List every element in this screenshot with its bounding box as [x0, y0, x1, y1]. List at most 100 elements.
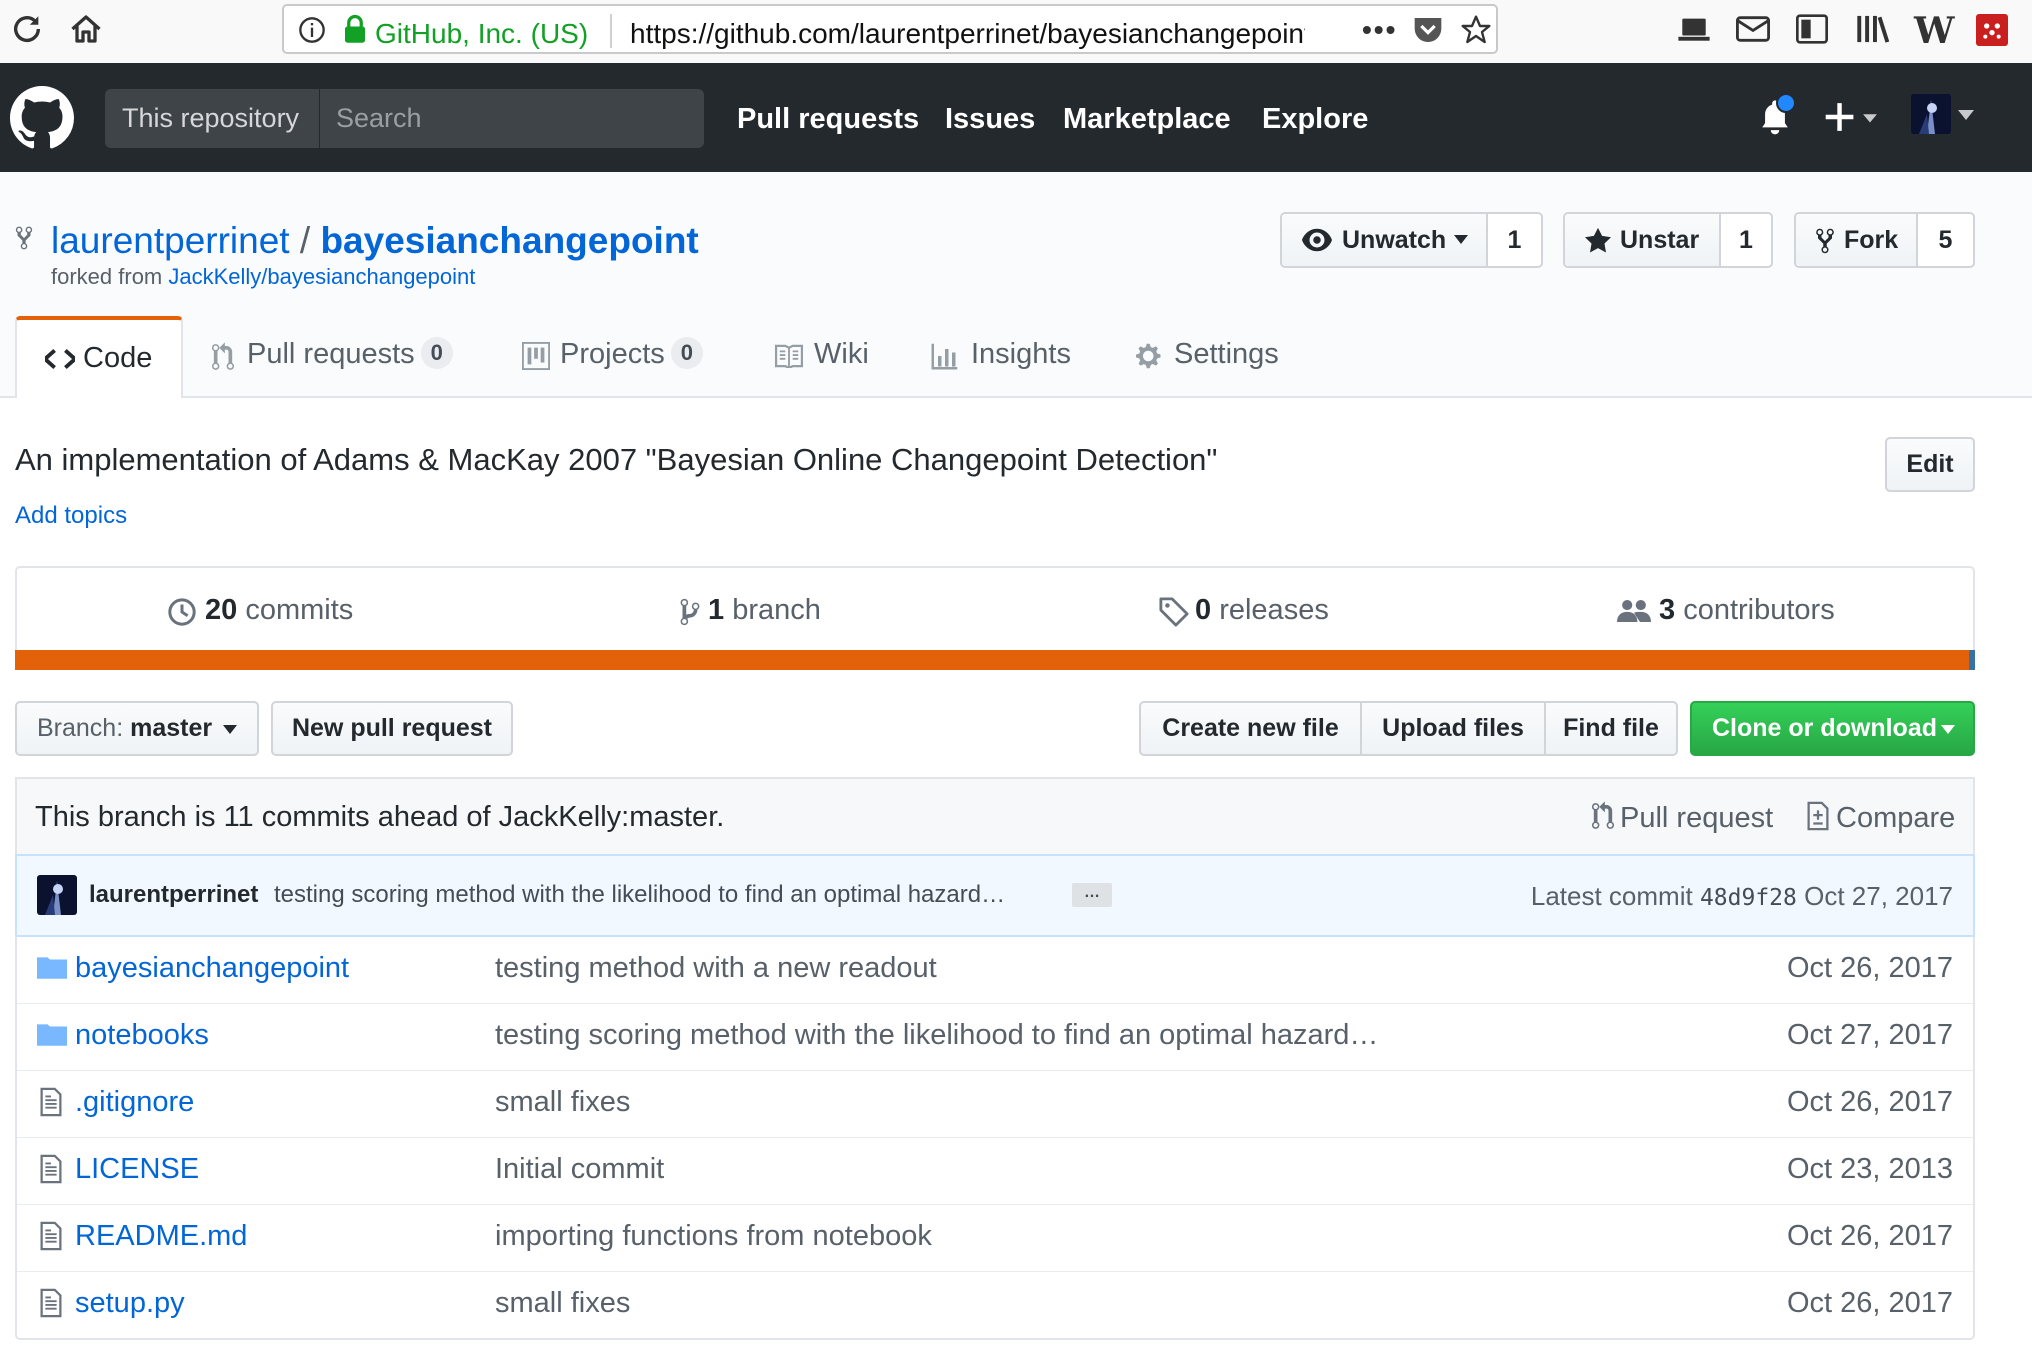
commits-count: 20	[205, 594, 238, 626]
eye-icon	[1302, 228, 1332, 252]
address-bar[interactable]: GitHub, Inc. (US) https://github.com/lau…	[282, 4, 1498, 54]
url-text[interactable]: https://github.com/laurentperrinet/bayes…	[630, 18, 1305, 50]
branch-select-button[interactable]: Branch: master	[15, 701, 259, 756]
commit-author[interactable]: laurentperrinet	[89, 881, 258, 909]
watchers-count[interactable]: 1	[1488, 214, 1541, 266]
new-pull-request-button[interactable]: New pull request	[271, 701, 513, 756]
commit-sha[interactable]: 48d9f28	[1700, 885, 1797, 911]
file-name-link[interactable]: README.md	[75, 1220, 247, 1253]
user-avatar[interactable]	[1911, 94, 1951, 134]
book-icon	[774, 344, 804, 368]
file-commit-message[interactable]: Initial commit	[495, 1153, 664, 1186]
diff-icon	[1807, 801, 1829, 831]
table-row: README.md importing functions from noteb…	[17, 1204, 1973, 1271]
repo-description: An implementation of Adams & MacKay 2007…	[15, 442, 1218, 477]
github-logo-icon[interactable]	[10, 86, 74, 150]
info-icon[interactable]	[298, 16, 326, 44]
caret-down-icon	[1454, 235, 1468, 244]
history-icon	[167, 597, 197, 627]
contributors-count: 3	[1659, 594, 1676, 626]
file-commit-message[interactable]: testing scoring method with the likeliho…	[495, 1019, 1378, 1052]
gear-icon	[1136, 342, 1164, 370]
synced-tabs-icon[interactable]	[1678, 16, 1710, 42]
extension-w-icon[interactable]: W	[1914, 10, 1954, 52]
upload-files-button[interactable]: Upload files	[1362, 703, 1546, 754]
commit-author-avatar[interactable]	[37, 875, 77, 915]
fork-button[interactable]: Fork	[1796, 214, 1918, 266]
caret-down-icon	[223, 725, 237, 734]
file-table: bayesianchangepoint testing method with …	[15, 937, 1975, 1340]
search-box[interactable]	[320, 89, 704, 148]
tag-icon	[1159, 597, 1189, 627]
file-name-link[interactable]: LICENSE	[75, 1153, 199, 1186]
commit-date: Oct 27, 2017	[1804, 881, 1953, 911]
tab-insights[interactable]: Insights	[931, 316, 1071, 396]
file-commit-message[interactable]: importing functions from notebook	[495, 1220, 932, 1253]
user-menu-caret-icon[interactable]	[1958, 110, 1974, 120]
add-topics-link[interactable]: Add topics	[15, 502, 127, 530]
language-bar-secondary[interactable]	[1969, 650, 1975, 670]
file-commit-message[interactable]: testing method with a new readout	[495, 952, 937, 985]
file-commit-message[interactable]: small fixes	[495, 1287, 630, 1320]
nav-marketplace[interactable]: Marketplace	[1063, 103, 1231, 136]
unstar-button[interactable]: Unstar	[1565, 214, 1721, 266]
pocket-icon[interactable]	[1412, 15, 1444, 45]
file-commit-date: Oct 26, 2017	[1786, 1220, 1953, 1252]
contributors-link[interactable]: 3 contributors	[1617, 594, 1835, 627]
file-name-link[interactable]: notebooks	[75, 1019, 209, 1052]
file-commit-date: Oct 26, 2017	[1786, 1086, 1953, 1118]
compare-link[interactable]: Compare	[1806, 801, 1955, 835]
library-icon[interactable]	[1856, 14, 1890, 44]
sidebar-icon[interactable]	[1796, 14, 1828, 44]
tab-label: Code	[83, 342, 153, 374]
pull-request-link[interactable]: Pull request	[1592, 801, 1773, 835]
tab-settings[interactable]: Settings	[1136, 316, 1279, 396]
commits-link[interactable]: 20 commits	[167, 594, 353, 627]
branches-label: branch	[732, 594, 821, 626]
create-new-file-button[interactable]: Create new file	[1141, 703, 1362, 754]
repo-name-link[interactable]: bayesianchangepoint	[320, 220, 698, 261]
branch-prefix: Branch:	[37, 714, 124, 742]
repo-header: laurentperrinet / bayesianchangepoint fo…	[0, 172, 2032, 398]
nav-explore[interactable]: Explore	[1262, 103, 1368, 136]
folder-icon	[37, 1022, 67, 1046]
unwatch-button[interactable]: Unwatch	[1282, 214, 1488, 266]
file-name-link[interactable]: bayesianchangepoint	[75, 952, 349, 985]
stargazers-count[interactable]: 1	[1721, 214, 1771, 266]
language-bar-primary[interactable]	[15, 650, 1975, 670]
forks-count[interactable]: 5	[1918, 214, 1973, 266]
reload-icon[interactable]	[10, 12, 44, 46]
home-icon[interactable]	[68, 11, 104, 47]
file-name-link[interactable]: .gitignore	[75, 1086, 194, 1119]
nav-issues[interactable]: Issues	[945, 103, 1035, 136]
commit-message[interactable]: testing scoring method with the likeliho…	[274, 881, 1005, 909]
create-new-plus-icon[interactable]	[1824, 99, 1880, 135]
tab-wiki[interactable]: Wiki	[774, 316, 869, 396]
file-name-link[interactable]: setup.py	[75, 1287, 185, 1320]
nav-pull-requests[interactable]: Pull requests	[737, 103, 919, 136]
tab-projects[interactable]: Projects 0	[522, 316, 704, 396]
find-file-button[interactable]: Find file	[1546, 703, 1676, 754]
search-input[interactable]	[320, 89, 680, 148]
bookmark-star-icon[interactable]	[1460, 14, 1492, 46]
repo-owner-link[interactable]: laurentperrinet	[51, 220, 290, 261]
extension-red-icon[interactable]	[1976, 14, 2008, 46]
tab-code[interactable]: Code	[15, 316, 183, 398]
page-actions-icon[interactable]: •••	[1362, 14, 1397, 46]
tab-label: Insights	[971, 338, 1071, 370]
file-commit-message[interactable]: small fixes	[495, 1086, 630, 1119]
folder-icon	[37, 955, 67, 979]
releases-link[interactable]: 0 releases	[1159, 594, 1329, 627]
tab-pull-requests[interactable]: Pull requests 0	[212, 316, 453, 396]
clone-or-download-button[interactable]: Clone or download	[1690, 701, 1975, 756]
file-icon	[39, 1087, 63, 1117]
star-button-group: Unstar 1	[1563, 212, 1773, 268]
mail-icon[interactable]	[1736, 16, 1770, 42]
file-commit-date: Oct 26, 2017	[1786, 952, 1953, 984]
github-header: This repository Pull requests Issues Mar…	[0, 63, 2032, 172]
forked-from-link[interactable]: JackKelly/bayesianchangepoint	[168, 264, 475, 289]
tab-counter: 0	[420, 337, 453, 370]
branches-link[interactable]: 1 branch	[680, 594, 821, 627]
edit-description-button[interactable]: Edit	[1885, 437, 1975, 492]
expand-commit-message-button[interactable]: …	[1072, 883, 1112, 907]
